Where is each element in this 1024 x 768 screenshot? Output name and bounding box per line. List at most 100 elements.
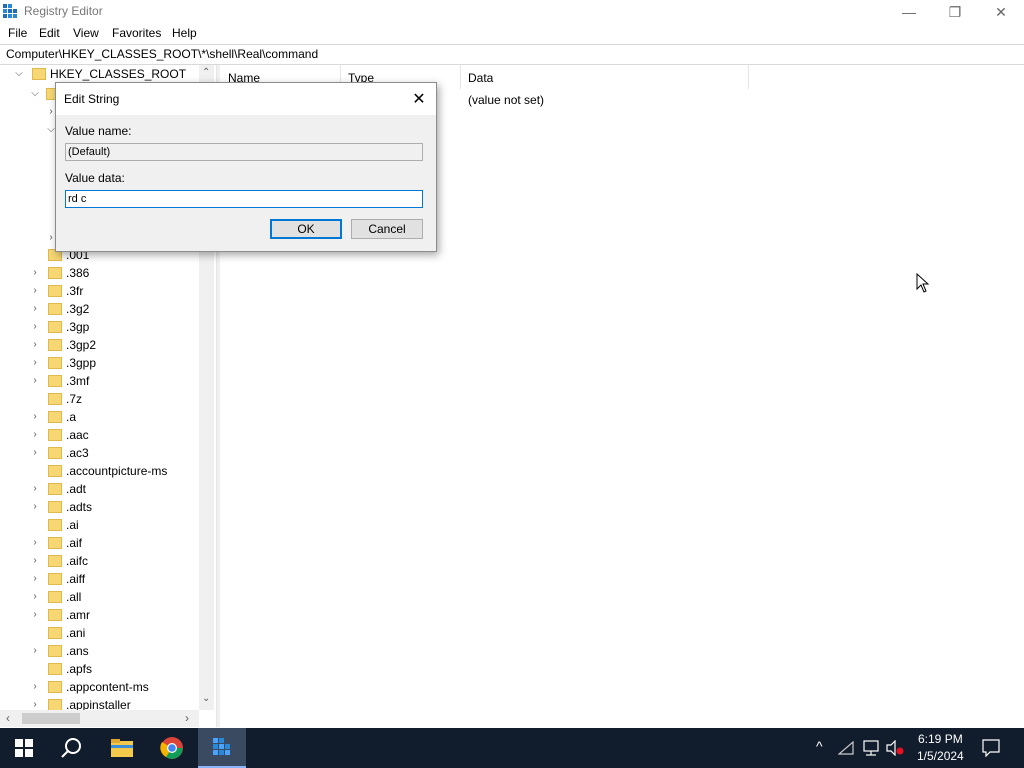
chevron-down-icon[interactable]: ⌵: [30, 89, 40, 99]
tree-item[interactable]: › .386: [30, 264, 89, 282]
tree-item[interactable]: › .appcontent-ms: [30, 678, 148, 696]
search-button[interactable]: [48, 728, 96, 768]
folder-icon: [48, 375, 62, 387]
volume-muted-icon[interactable]: [886, 740, 904, 756]
chevron-right-icon[interactable]: ›: [30, 592, 40, 602]
chevron-right-icon[interactable]: ›: [30, 574, 40, 584]
chevron-right-icon[interactable]: ›: [30, 448, 40, 458]
menu-view[interactable]: View: [73, 26, 99, 40]
folder-icon: [48, 501, 62, 513]
chevron-right-icon[interactable]: ›: [30, 430, 40, 440]
chevron-right-icon[interactable]: ›: [30, 340, 40, 350]
start-button[interactable]: [0, 728, 48, 768]
value-data-label: Value data:: [65, 171, 125, 185]
tree-item[interactable]: › .aiff: [30, 570, 85, 588]
tree-item[interactable]: › .a: [30, 408, 76, 426]
address-bar[interactable]: Computer\HKEY_CLASSES_ROOT\*\shell\Real\…: [0, 44, 1024, 65]
folder-icon: [48, 555, 62, 567]
chevron-right-icon[interactable]: ›: [30, 304, 40, 314]
tree-hscroll-thumb[interactable]: [22, 713, 80, 724]
tree-item[interactable]: › .3gp: [30, 318, 89, 336]
chevron-right-icon[interactable]: ›: [30, 502, 40, 512]
chevron-right-icon[interactable]: ›: [30, 268, 40, 278]
tree-item[interactable]: › .3gpp: [30, 354, 96, 372]
chevron-right-icon[interactable]: ›: [30, 610, 40, 620]
show-hidden-icons-chevron-icon[interactable]: ^: [816, 738, 823, 754]
clock-date[interactable]: 1/5/2024: [917, 749, 964, 763]
tree-item-label: .a: [66, 410, 77, 424]
folder-icon: [32, 68, 46, 80]
scroll-left-icon[interactable]: ‹: [6, 711, 10, 725]
dialog-close-button[interactable]: ✕: [406, 87, 432, 111]
network-icon[interactable]: [838, 740, 854, 756]
chevron-right-icon[interactable]: ›: [30, 376, 40, 386]
tree-item[interactable]: › .adts: [30, 498, 92, 516]
chevron-right-icon[interactable]: ›: [30, 700, 40, 710]
menu-edit[interactable]: Edit: [39, 26, 60, 40]
tree-item[interactable]: › .amr: [30, 606, 90, 624]
tree-item[interactable]: .ai: [30, 516, 79, 534]
menu-favorites[interactable]: Favorites: [112, 26, 161, 40]
chrome-button[interactable]: [148, 728, 196, 768]
tree-item-label: .3gp: [66, 320, 90, 334]
tree-item[interactable]: .accountpicture-ms: [30, 462, 167, 480]
tree-item[interactable]: › .3mf: [30, 372, 89, 390]
tree-item[interactable]: › .3g2: [30, 300, 89, 318]
chevron-right-icon[interactable]: ›: [30, 484, 40, 494]
chevron-right-icon[interactable]: ›: [30, 556, 40, 566]
minimize-button[interactable]: —: [886, 0, 932, 24]
value-name-field[interactable]: [65, 143, 423, 161]
folder-icon: [48, 627, 62, 639]
folder-icon: [48, 591, 62, 603]
restore-button[interactable]: ❐: [932, 0, 978, 24]
file-explorer-button[interactable]: [98, 728, 146, 768]
value-data-cell[interactable]: (value not set): [468, 93, 544, 107]
folder-icon: [48, 663, 62, 675]
chevron-right-icon[interactable]: ›: [30, 286, 40, 296]
menu-help[interactable]: Help: [172, 26, 197, 40]
tree-item[interactable]: › .ans: [30, 642, 88, 660]
notification-center-icon[interactable]: [982, 739, 1000, 757]
clock-time[interactable]: 6:19 PM: [918, 732, 963, 746]
tree-item[interactable]: › .aifc: [30, 552, 88, 570]
tree-root-row[interactable]: ⌵ HKEY_CLASSES_ROOT: [14, 65, 186, 83]
tree-item[interactable]: › .aac: [30, 426, 88, 444]
tree-item[interactable]: › .aif: [30, 534, 82, 552]
dialog-title-bar[interactable]: Edit String ✕: [56, 83, 436, 115]
chevron-right-icon[interactable]: ›: [30, 358, 40, 368]
tree-item[interactable]: › .ac3: [30, 444, 88, 462]
chevron-down-icon[interactable]: ⌵: [14, 69, 24, 79]
scroll-down-icon[interactable]: ⌄: [202, 693, 210, 704]
tree-item[interactable]: .ani: [30, 624, 85, 642]
folder-icon: [48, 303, 62, 315]
chevron-right-icon[interactable]: ›: [30, 538, 40, 548]
tree-item[interactable]: › .3gp2: [30, 336, 96, 354]
chrome-icon: [160, 737, 183, 759]
scroll-right-icon[interactable]: ›: [185, 711, 189, 725]
tree-item[interactable]: › .all: [30, 588, 81, 606]
ethernet-icon[interactable]: [862, 740, 880, 756]
chevron-right-icon[interactable]: ›: [30, 412, 40, 422]
cancel-button[interactable]: Cancel: [351, 219, 423, 239]
column-header-data[interactable]: Data: [460, 65, 749, 89]
menu-file[interactable]: File: [8, 26, 27, 40]
scroll-up-icon[interactable]: ⌃: [202, 67, 210, 78]
registry-editor-taskbar-button[interactable]: [198, 728, 246, 768]
chevron-right-icon[interactable]: ›: [30, 682, 40, 692]
chevron-right-icon[interactable]: ›: [30, 322, 40, 332]
chevron-right-icon[interactable]: ›: [30, 646, 40, 656]
tree-item[interactable]: .apfs: [30, 660, 92, 678]
tree-horizontal-scrollbar[interactable]: ‹ ›: [0, 710, 199, 727]
minimize-icon: —: [902, 4, 916, 20]
value-data-field[interactable]: [65, 190, 423, 208]
tree-item[interactable]: .7z: [30, 390, 82, 408]
folder-icon: [48, 609, 62, 621]
ok-button[interactable]: OK: [270, 219, 342, 239]
tree-item-label: .aiff: [66, 572, 86, 586]
tree-item[interactable]: › .3fr: [30, 282, 83, 300]
tree-item[interactable]: › .adt: [30, 480, 86, 498]
close-button[interactable]: ✕: [978, 0, 1024, 24]
registry-editor-icon: [3, 4, 17, 18]
